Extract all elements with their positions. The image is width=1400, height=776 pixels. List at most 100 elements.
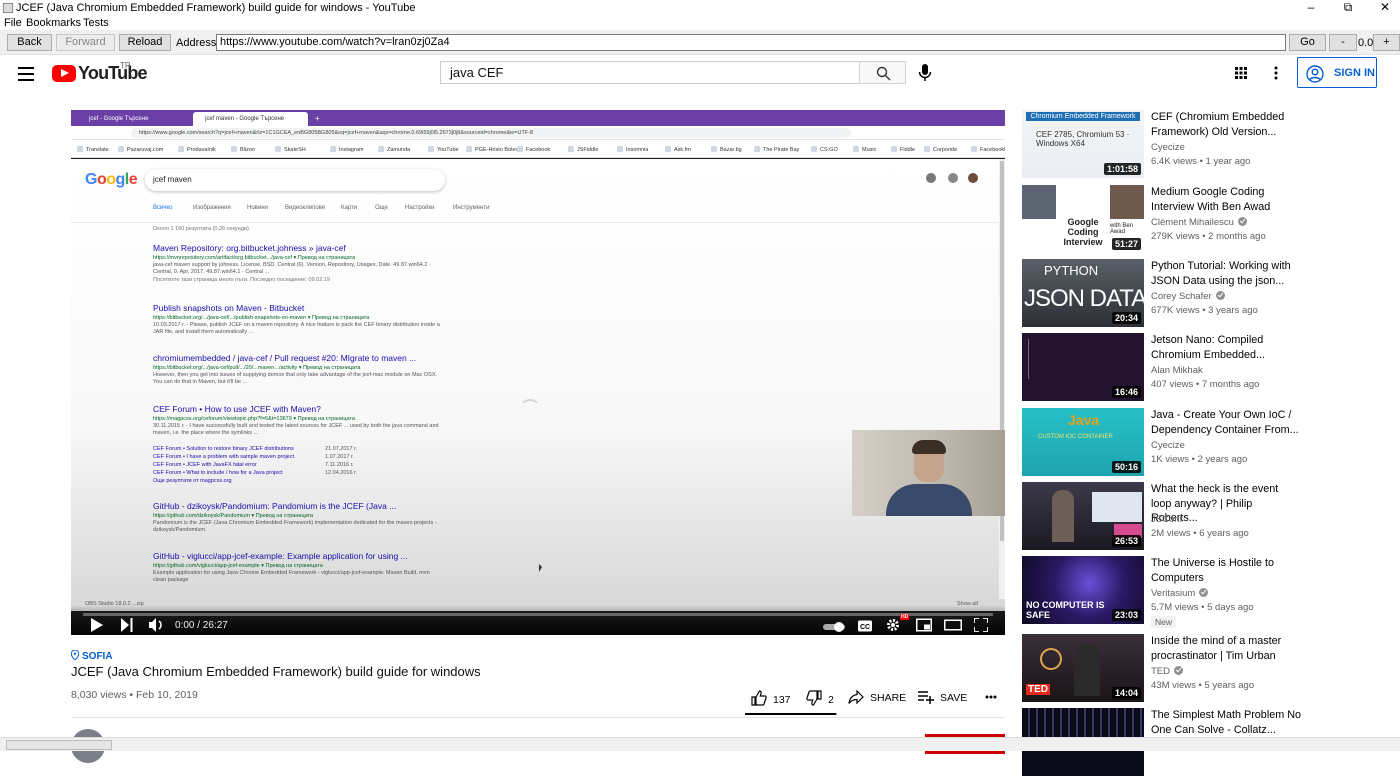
close-button[interactable]: ✕ (1370, 0, 1400, 16)
recommended-video[interactable]: 16:46 Jetson Nano: Compiled Chromium Embe… (1022, 333, 1392, 401)
recommended-title[interactable]: Medium Google Coding Interview With Ben … (1151, 185, 1301, 214)
subtitles-icon[interactable]: CC (858, 619, 872, 633)
search-button[interactable] (859, 61, 906, 84)
apps-grid-icon[interactable] (1235, 67, 1247, 79)
thumbnail-label: with Ben Awad (1110, 223, 1134, 235)
recommended-video[interactable]: The Simplest Math Problem No One Can Sol… (1022, 708, 1392, 776)
recorded-bookmark: The Pirate Bay (754, 146, 799, 153)
views-age: 43M views • 5 years ago (1151, 680, 1255, 691)
next-icon[interactable] (121, 618, 133, 632)
recorded-bookmark: Facebook (517, 146, 550, 153)
miniplayer-icon[interactable] (916, 618, 932, 632)
zoom-out-button[interactable]: - (1329, 34, 1357, 51)
speaker-figure (1074, 644, 1100, 696)
sign-in-label: SIGN IN (1334, 67, 1375, 79)
recorded-bookmark: Fiddle (891, 146, 915, 153)
search-input[interactable]: java CEF (440, 61, 860, 84)
video-thumbnail[interactable]: TED 14:04 (1022, 634, 1144, 702)
recorded-bookmark: SkateSH (275, 146, 306, 153)
channel-name[interactable]: Cyecize (1151, 440, 1185, 451)
recommended-title[interactable]: Python Tutorial: Working with JSON Data … (1151, 259, 1301, 288)
go-button[interactable]: Go (1289, 34, 1326, 51)
channel-name[interactable]: TED (1151, 666, 1183, 677)
recorded-bookmark: Zamunda (378, 146, 410, 153)
result-url: https://mvnrepository.com/artifact/org.b… (153, 255, 356, 261)
thumbnail-label: CUSTOM IOC CONTAINER (1038, 434, 1113, 440)
recommended-title[interactable]: The Simplest Math Problem No One Can Sol… (1151, 708, 1301, 737)
forward-button[interactable]: Forward (56, 34, 115, 51)
recommended-video[interactable]: 26:53 What the heck is the event loop any… (1022, 482, 1392, 550)
more-vertical-icon[interactable] (1273, 66, 1279, 80)
svg-text:CC: CC (860, 624, 870, 631)
theater-mode-icon[interactable] (944, 618, 962, 632)
menu-tests[interactable]: Tests (83, 16, 109, 30)
recommended-title[interactable]: Jetson Nano: Compiled Chromium Embedded.… (1151, 333, 1301, 362)
video-thumbnail[interactable]: 16:46 (1022, 333, 1144, 401)
settings-gear-icon[interactable] (886, 618, 900, 632)
channel-name[interactable]: Alan Mikhak (1151, 365, 1203, 376)
verified-check-icon (1215, 291, 1225, 300)
menu-file[interactable]: File (4, 16, 22, 30)
like-button[interactable]: 137 (751, 690, 791, 706)
back-button[interactable]: Back (7, 34, 52, 51)
recommended-title[interactable]: CEF (Chromium Embedded Framework) Old Ve… (1151, 110, 1301, 139)
menu-bookmarks[interactable]: Bookmarks (26, 16, 81, 30)
recommended-video[interactable]: Java CUSTOM IOC CONTAINER 50:16 Java - Crea… (1022, 408, 1392, 476)
video-duration: 14:04 (1111, 687, 1141, 699)
maximize-button[interactable]: ⧉ (1333, 0, 1363, 16)
video-player[interactable]: jcef - Google Търсене jcef maven - Googl… (71, 110, 1005, 635)
channel-name[interactable]: Clément Mihailescu (1151, 217, 1247, 228)
recommended-video[interactable]: Google Coding Interview with Ben Awad 51:2… (1022, 185, 1392, 253)
zoom-in-button[interactable]: + (1373, 34, 1400, 51)
channel-name[interactable]: JSConf (1151, 514, 1182, 525)
video-duration: 50:16 (1111, 461, 1141, 473)
result-url: https://github.com/viglucci/app-jcef-exa… (153, 563, 323, 569)
ship-wheel (1040, 648, 1062, 670)
video-thumbnail[interactable]: Java CUSTOM IOC CONTAINER 50:16 (1022, 408, 1144, 476)
video-thumbnail[interactable]: 26:53 (1022, 482, 1144, 550)
views-age: 5.7M views • 5 days ago (1151, 602, 1254, 613)
video-location[interactable]: SOFIA (70, 649, 113, 662)
recorded-omnibar: https://www.google.com/search?q=jcef+mav… (71, 126, 1005, 140)
result-snippet: Example application for using Java Chrom… (153, 570, 430, 583)
result-sublinks: CEF Forum • Solution to restore binary J… (153, 445, 453, 485)
recommended-title[interactable]: Inside the mind of a master procrastinat… (1151, 634, 1301, 663)
video-thumbnail[interactable]: Chromium Embedded Framework CEF 2785, Chr… (1022, 110, 1144, 178)
recommended-video[interactable]: TED 14:04 Inside the mind of a master proc… (1022, 634, 1392, 702)
result-url: https://bitbucket.org/.../java-cef/.../p… (153, 315, 370, 321)
add-to-playlist-icon (918, 691, 934, 704)
hamburger-menu-icon[interactable] (18, 67, 34, 81)
autoplay-toggle-icon[interactable] (823, 620, 845, 634)
address-input[interactable]: https://www.youtube.com/watch?v=lran0zj0… (216, 34, 1286, 51)
channel-name[interactable]: Veritasium (1151, 588, 1209, 599)
more-actions-icon[interactable] (985, 695, 997, 699)
video-thumbnail[interactable]: PYTHON JSON DATA 20:34 (1022, 259, 1144, 327)
channel-name[interactable]: Corey Schafer (1151, 291, 1225, 302)
volume-icon[interactable] (149, 618, 165, 632)
google-tab: Инструменти (453, 205, 490, 211)
recommended-title[interactable]: Java - Create Your Own IoC / Dependency … (1151, 408, 1301, 437)
verified-check-icon (1199, 588, 1209, 597)
channel-name[interactable]: Cyecize (1151, 142, 1185, 153)
play-icon[interactable] (91, 618, 103, 632)
video-thumbnail[interactable]: Google Coding Interview with Ben Awad 51:2… (1022, 185, 1144, 253)
reload-button[interactable]: Reload (119, 34, 171, 51)
dislike-button[interactable]: 2 (806, 690, 834, 706)
video-thumbnail[interactable]: NO COMPUTER IS SAFE 23:03 (1022, 556, 1144, 624)
recommended-video[interactable]: PYTHON JSON DATA 20:34 Python Tutorial: Wor… (1022, 259, 1392, 327)
recommended-title[interactable]: The Universe is Hostile to Computers (1151, 556, 1301, 585)
window-titlebar: JCEF (Java Chromium Embedded Framework) … (0, 0, 1400, 16)
sign-in-button[interactable]: SIGN IN (1297, 57, 1377, 88)
google-search-box: jcef maven (145, 169, 445, 191)
share-button[interactable]: SHARE (848, 689, 906, 706)
microphone-icon[interactable] (917, 63, 933, 83)
speaker-figure (1052, 490, 1074, 542)
recommended-video[interactable]: Chromium Embedded Framework CEF 2785, Chr… (1022, 110, 1392, 178)
video-progress-bar[interactable] (83, 613, 993, 616)
minimize-button[interactable]: – (1296, 0, 1326, 16)
youtube-play-icon (52, 65, 76, 82)
save-button[interactable]: SAVE (918, 690, 967, 706)
recommended-video[interactable]: NO COMPUTER IS SAFE 23:03 The Universe is … (1022, 556, 1392, 628)
fullscreen-icon[interactable] (974, 618, 988, 632)
recorded-bookmark: Music (853, 146, 876, 153)
